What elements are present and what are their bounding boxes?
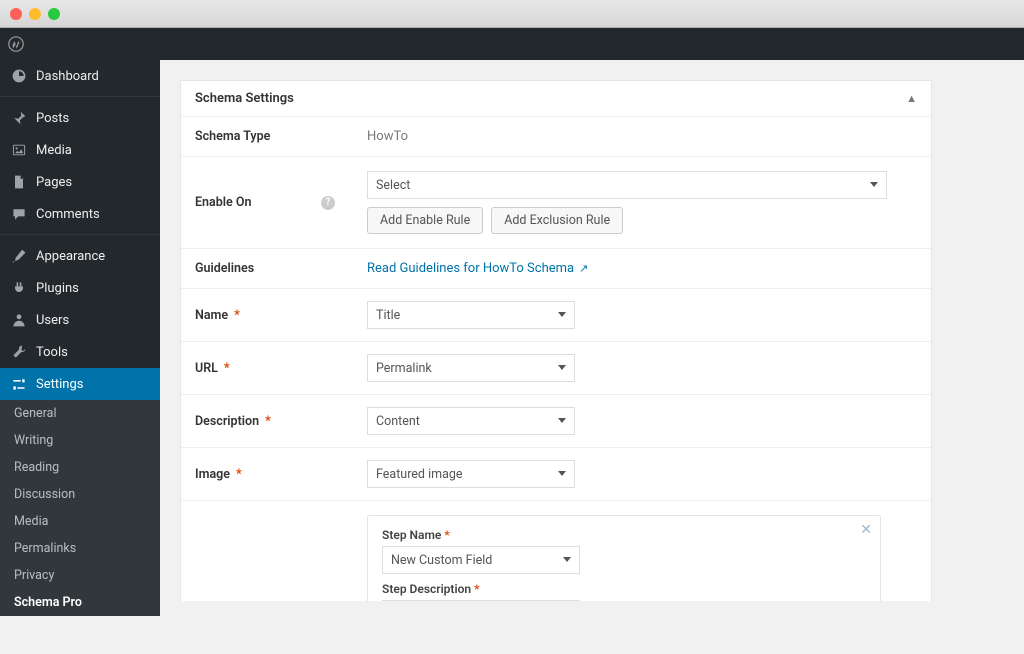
- collapse-label: Collapse menu: [36, 628, 119, 643]
- row-description: Description * Content: [181, 395, 931, 448]
- panel-header: Schema Settings ▲: [181, 81, 931, 117]
- sidebar-item-label: Posts: [36, 111, 69, 126]
- panel-title: Schema Settings: [195, 91, 294, 106]
- sidebar-item-tools[interactable]: Tools: [0, 336, 160, 368]
- add-exclusion-rule-button[interactable]: Add Exclusion Rule: [491, 207, 623, 234]
- sidebar-item-posts[interactable]: Posts: [0, 102, 160, 134]
- row-guidelines: Guidelines Read Guidelines for HowTo Sch…: [181, 249, 931, 289]
- row-name: Name * Title: [181, 289, 931, 342]
- row-image: Image * Featured image: [181, 448, 931, 501]
- sidebar-item-label: Media: [36, 143, 72, 158]
- enable-on-select[interactable]: Select: [367, 171, 887, 199]
- user-icon: [10, 311, 28, 329]
- sidebar-item-label: Appearance: [36, 249, 105, 264]
- sidebar-item-label: Users: [36, 313, 69, 328]
- pin-icon: [10, 109, 28, 127]
- submenu-item-reading[interactable]: Reading: [0, 454, 160, 481]
- row-steps: Steps ✕ Step Name * New Custom Field Ste…: [181, 501, 931, 601]
- help-icon[interactable]: ?: [321, 196, 335, 210]
- external-link-icon: ↗: [579, 262, 588, 275]
- required-indicator: *: [236, 467, 242, 482]
- sidebar-item-settings[interactable]: Settings: [0, 368, 160, 400]
- sliders-icon: [10, 375, 28, 393]
- sidebar-item-label: Plugins: [36, 281, 79, 296]
- required-indicator: *: [265, 414, 271, 429]
- description-select[interactable]: Content: [367, 407, 575, 435]
- submenu-item-privacy[interactable]: Privacy: [0, 562, 160, 589]
- row-url: URL * Permalink: [181, 342, 931, 395]
- submenu-item-writing[interactable]: Writing: [0, 427, 160, 454]
- sidebar-item-appearance[interactable]: Appearance: [0, 240, 160, 272]
- window-titlebar: [0, 0, 1024, 28]
- step-name-select[interactable]: New Custom Field: [382, 546, 580, 574]
- collapse-icon: [10, 626, 28, 644]
- sidebar-item-dashboard[interactable]: Dashboard: [0, 60, 160, 92]
- required-indicator: *: [224, 361, 230, 376]
- wrench-icon: [10, 343, 28, 361]
- window-close-dot[interactable]: [10, 8, 22, 20]
- url-select[interactable]: Permalink: [367, 354, 575, 382]
- sidebar-item-plugins[interactable]: Plugins: [0, 272, 160, 304]
- step-name-label: Step Name: [382, 528, 441, 542]
- sidebar-item-label: Settings: [36, 377, 83, 392]
- name-label: Name: [195, 308, 228, 323]
- window-minimize-dot[interactable]: [29, 8, 41, 20]
- step-description-label: Step Description: [382, 582, 471, 596]
- sidebar-item-label: Tools: [36, 345, 68, 360]
- name-select[interactable]: Title: [367, 301, 575, 329]
- guidelines-label: Guidelines: [195, 261, 254, 276]
- url-label: URL: [195, 361, 218, 376]
- admin-top-bar: [0, 28, 1024, 60]
- guidelines-link[interactable]: Read Guidelines for HowTo Schema ↗: [367, 261, 588, 276]
- remove-step-button[interactable]: ✕: [860, 522, 872, 538]
- submenu-item-media[interactable]: Media: [0, 508, 160, 535]
- description-label: Description: [195, 414, 259, 429]
- submenu-item-schema-pro[interactable]: Schema Pro: [0, 589, 160, 616]
- menu-separator: [0, 92, 160, 97]
- wordpress-logo-icon[interactable]: [0, 28, 32, 60]
- sidebar-item-label: Pages: [36, 175, 72, 190]
- required-indicator: *: [444, 528, 449, 542]
- sidebar-item-comments[interactable]: Comments: [0, 198, 160, 230]
- settings-submenu: General Writing Reading Discussion Media…: [0, 400, 160, 616]
- row-enable-on: Enable On ? Select Add Enable Rule Add E…: [181, 157, 931, 249]
- submenu-item-discussion[interactable]: Discussion: [0, 481, 160, 508]
- brush-icon: [10, 247, 28, 265]
- required-indicator: *: [234, 308, 240, 323]
- sidebar-item-users[interactable]: Users: [0, 304, 160, 336]
- submenu-item-general[interactable]: General: [0, 400, 160, 427]
- step-item-box: ✕ Step Name * New Custom Field Step Desc…: [367, 515, 881, 601]
- image-label: Image: [195, 467, 230, 482]
- media-icon: [10, 141, 28, 159]
- collapse-menu-button[interactable]: Collapse menu: [0, 616, 160, 654]
- page-icon: [10, 173, 28, 191]
- plug-icon: [10, 279, 28, 297]
- panel-collapse-toggle[interactable]: ▲: [906, 92, 917, 105]
- main-content: Schema Settings ▲ Schema Type HowTo Enab…: [160, 28, 1024, 601]
- dashboard-icon: [10, 67, 28, 85]
- window-zoom-dot[interactable]: [48, 8, 60, 20]
- submenu-item-permalinks[interactable]: Permalinks: [0, 535, 160, 562]
- row-schema-type: Schema Type HowTo: [181, 117, 931, 157]
- menu-separator: [0, 230, 160, 235]
- add-enable-rule-button[interactable]: Add Enable Rule: [367, 207, 483, 234]
- enable-on-label: Enable On: [195, 195, 251, 210]
- sidebar-item-pages[interactable]: Pages: [0, 166, 160, 198]
- schema-settings-panel: Schema Settings ▲ Schema Type HowTo Enab…: [180, 80, 932, 601]
- image-select[interactable]: Featured image: [367, 460, 575, 488]
- sidebar-item-label: Comments: [36, 207, 100, 222]
- comment-icon: [10, 205, 28, 223]
- sidebar-item-label: Dashboard: [36, 69, 99, 84]
- guidelines-link-text: Read Guidelines for HowTo Schema: [367, 261, 574, 276]
- admin-sidebar: Dashboard Posts Media Pages Comments App…: [0, 28, 160, 601]
- required-indicator: *: [474, 582, 479, 596]
- sidebar-item-media[interactable]: Media: [0, 134, 160, 166]
- schema-type-label: Schema Type: [195, 129, 270, 144]
- schema-type-value: HowTo: [367, 129, 408, 144]
